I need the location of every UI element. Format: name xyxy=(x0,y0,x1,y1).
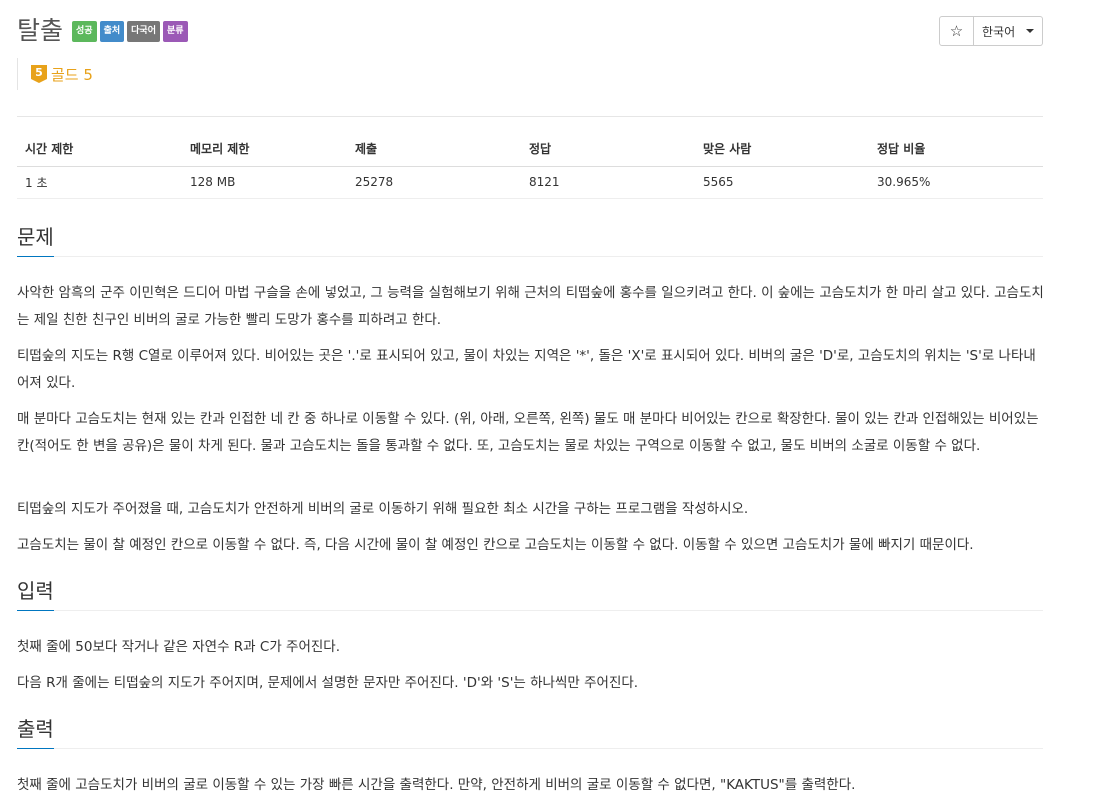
section-output-title: 출력 xyxy=(17,716,54,749)
header-accepted: 정답 xyxy=(521,117,695,167)
page-title: 탈출 xyxy=(17,16,64,45)
input-paragraph: 첫째 줄에 50보다 작거나 같은 자연수 R과 C가 주어진다. xyxy=(17,639,341,655)
value-solved-users[interactable]: 5565 xyxy=(695,166,869,199)
value-accepted[interactable]: 8121 xyxy=(521,166,695,199)
top-button-group: ☆ 한국어 xyxy=(939,16,1043,46)
value-accept-ratio: 30.965% xyxy=(869,166,1043,199)
section-input-title: 입력 xyxy=(17,578,54,611)
value-submissions[interactable]: 25278 xyxy=(347,166,521,199)
value-memory-limit: 128 MB xyxy=(182,166,347,199)
badge-multilang[interactable]: 다국어 xyxy=(127,20,160,42)
language-dropdown[interactable]: 한국어 xyxy=(974,16,1043,46)
title-row: 탈출 성공 출처 다국어 분류 xyxy=(17,14,188,48)
section-description-header: 문제 xyxy=(17,224,1043,257)
output-paragraph: 첫째 줄에 고슴도치가 비버의 굴로 이동할 수 있는 가장 빠른 시간을 출력… xyxy=(17,777,856,793)
header-time-limit: 시간 제한 xyxy=(17,117,182,167)
tier-block: 5 골드 5 xyxy=(17,58,93,90)
tier-label[interactable]: 골드 5 xyxy=(51,64,93,85)
value-time-limit: 1 초 xyxy=(17,166,182,199)
language-label: 한국어 xyxy=(982,24,1016,39)
caret-down-icon xyxy=(1026,29,1034,33)
problem-info-table: 시간 제한 메모리 제한 제출 정답 맞은 사람 정답 비율 1 초 128 M… xyxy=(17,116,1043,199)
description-paragraph: 매 분마다 고슴도치는 현재 있는 칸과 인접한 네 칸 중 하나로 이동할 수… xyxy=(17,411,1039,454)
section-input-header: 입력 xyxy=(17,578,1043,611)
section-description-title: 문제 xyxy=(17,224,54,257)
info-header-row: 시간 제한 메모리 제한 제출 정답 맞은 사람 정답 비율 xyxy=(17,117,1043,167)
info-value-row: 1 초 128 MB 25278 8121 5565 30.965% xyxy=(17,166,1043,199)
star-icon: ☆ xyxy=(949,22,964,40)
header-submissions: 제출 xyxy=(347,117,521,167)
header-memory-limit: 메모리 제한 xyxy=(182,117,347,167)
header-accept-ratio: 정답 비율 xyxy=(869,117,1043,167)
badge-category[interactable]: 분류 xyxy=(162,20,188,42)
badge-success[interactable]: 성공 xyxy=(72,20,97,42)
tier-gold-icon: 5 xyxy=(31,65,47,83)
section-output-header: 출력 xyxy=(17,716,1043,749)
description-paragraph: 티떱숲의 지도가 주어졌을 때, 고슴도치가 안전하게 비버의 굴로 이동하기 … xyxy=(17,501,749,517)
star-button[interactable]: ☆ xyxy=(939,16,974,46)
badge-source[interactable]: 출처 xyxy=(99,20,125,42)
header-solved-users: 맞은 사람 xyxy=(695,117,869,167)
description-paragraph: 티떱숲의 지도는 R행 C열로 이루어져 있다. 비어있는 곳은 '.'로 표시… xyxy=(17,348,1036,391)
description-paragraph: 고슴도치는 물이 찰 예정인 칸으로 이동할 수 없다. 즉, 다음 시간에 물… xyxy=(17,537,974,553)
description-paragraph: 사악한 암흑의 군주 이민혁은 드디어 마법 구슬을 손에 넣었고, 그 능력을… xyxy=(17,285,1044,328)
input-paragraph: 다음 R개 줄에는 티떱숲의 지도가 주어지며, 문제에서 설명한 문자만 주어… xyxy=(17,675,639,691)
